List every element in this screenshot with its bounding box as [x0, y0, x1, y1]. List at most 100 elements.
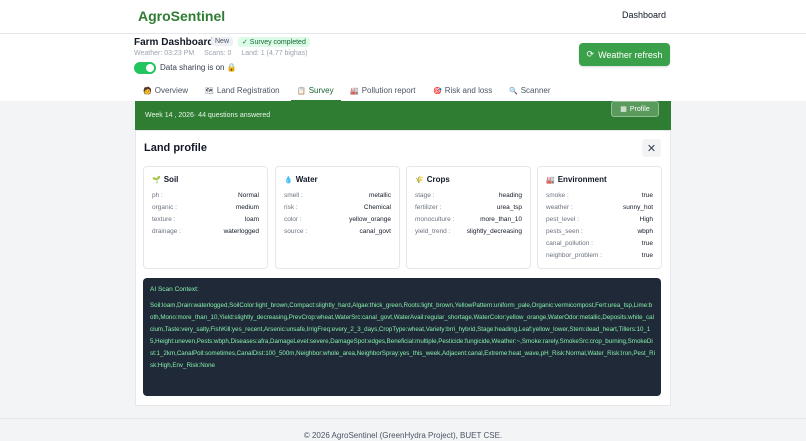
scan-count: Scans: 0: [204, 50, 232, 57]
property-key: yield_trend :: [415, 228, 451, 235]
water-card: 💧 Water smell : metallic risk : Chemical co…: [275, 166, 400, 269]
tab-label: Overview: [154, 86, 189, 95]
property-key: canal_pollution :: [546, 240, 593, 247]
new-badge: New: [211, 37, 234, 46]
tab-land-registration[interactable]: 🗺 Land Registration: [205, 86, 280, 95]
tab-overview[interactable]: 🧑 Overview: [143, 86, 188, 95]
land-icon: 🗺: [205, 88, 214, 95]
property-row: pests_seen : wbph: [546, 228, 653, 235]
property-key: stage :: [415, 192, 435, 199]
refresh-icon: ⟳: [586, 49, 595, 59]
environment-card: 🏭 Environment smoke : true weather : sunny_…: [537, 166, 662, 269]
ai-scan-text: Soil:loam,Drain:waterlogged,SoilColor:li…: [150, 302, 655, 369]
land-profile-title: Land profile: [144, 142, 207, 154]
property-key: weather :: [546, 204, 573, 211]
property-row: smoke : true: [546, 192, 653, 199]
top-navbar: [0, 0, 806, 34]
close-button[interactable]: ✕: [642, 139, 661, 157]
card-title: 🌱 Soil: [152, 175, 178, 184]
property-value: heading: [498, 192, 522, 199]
land-info: Land: 1 (4.77 bighas): [241, 50, 308, 57]
property-row: pest_level : High: [546, 216, 653, 223]
profile-button[interactable]: ▦ Profile: [611, 101, 659, 117]
property-key: smoke :: [546, 192, 569, 199]
property-row: canal_pollution : true: [546, 240, 653, 247]
factory-icon: 🏭: [546, 177, 555, 184]
card-title-text: Environment: [557, 175, 607, 184]
soil-card: 🌱 Soil ph : Normal organic : medium texture…: [143, 166, 268, 269]
footer-text: © 2026 AgroSentinel (GreenHydra Project)…: [303, 431, 503, 440]
survey-subtitle: Week 14 , 2026· 44 questions answered: [145, 112, 271, 119]
property-key: source :: [284, 228, 308, 235]
card-title-text: Soil: [163, 175, 179, 184]
property-key: texture :: [152, 216, 176, 223]
tab-label: Risk and loss: [444, 86, 493, 95]
ai-scan-label: AI Scan Context:: [150, 286, 199, 293]
card-title: 🌾 Crops: [415, 175, 450, 184]
nav-dashboard-link[interactable]: Dashboard: [622, 10, 666, 20]
tab-scanner[interactable]: 🔍 Scanner: [509, 86, 551, 95]
property-key: ph :: [152, 192, 163, 199]
property-row: fertilizer : urea_tsp: [415, 204, 522, 211]
property-value: High: [639, 216, 653, 223]
property-row: color : yellow_orange: [284, 216, 391, 223]
property-key: fertilizer :: [415, 204, 442, 211]
page-title: Farm Dashboard: [134, 37, 214, 48]
property-value: true: [641, 252, 653, 259]
card-title-text: Water: [295, 175, 318, 184]
property-row: smell : metallic: [284, 192, 391, 199]
weather-time: Weather: 03:23 PM: [134, 50, 195, 57]
property-key: color :: [284, 216, 302, 223]
person-icon: 🧑: [143, 88, 152, 95]
property-key: organic :: [152, 204, 177, 211]
property-row: risk : Chemical: [284, 204, 391, 211]
property-row: source : canal_govt: [284, 228, 391, 235]
magnifier-icon: 🔍: [509, 88, 518, 95]
tab-survey[interactable]: 📋 Survey: [297, 86, 334, 95]
target-icon: 🎯: [433, 88, 442, 95]
survey-title: Weekly field survey: [145, 96, 229, 101]
property-value: Chemical: [363, 204, 391, 211]
card-title: 💧 Water: [284, 175, 318, 184]
property-key: drainage :: [152, 228, 181, 235]
tab-label: Survey: [308, 86, 334, 95]
data-sharing-label: Data sharing is on 🔒: [160, 63, 237, 72]
tab-pollution-report[interactable]: 🏭 Pollution report: [350, 86, 416, 95]
weather-refresh-label: Weather refresh: [598, 49, 663, 60]
brand-logo[interactable]: AgroSentinel: [138, 8, 225, 24]
property-value: true: [641, 240, 653, 247]
property-row: neighbor_problem : true: [546, 252, 653, 259]
property-value: sunny_hot: [623, 204, 653, 211]
property-row: organic : medium: [152, 204, 259, 211]
tab-risk-and-loss[interactable]: 🎯 Risk and loss: [433, 86, 492, 95]
property-row: monoculture : more_than_10: [415, 216, 522, 223]
profile-button-label: Profile: [629, 105, 650, 113]
property-row: ph : Normal: [152, 192, 259, 199]
card-title-text: Crops: [426, 175, 450, 184]
property-value: slightly_decreasing: [466, 228, 522, 235]
weather-refresh-button[interactable]: ⟳ Weather refresh: [579, 43, 670, 66]
property-value: loam: [244, 216, 259, 223]
property-row: texture : loam: [152, 216, 259, 223]
farm-meta: Weather: 03:23 PM Scans: 0 Land: 1 (4.77…: [134, 50, 316, 57]
property-row: yield_trend : slightly_decreasing: [415, 228, 522, 235]
property-value: true: [641, 192, 653, 199]
property-value: Normal: [238, 192, 259, 199]
tab-label: Scanner: [520, 86, 551, 95]
property-key: risk :: [284, 204, 298, 211]
property-key: neighbor_problem :: [546, 252, 603, 259]
crops-card: 🌾 Crops stage : heading fertilizer : urea_t…: [406, 166, 531, 269]
farm-header: [0, 34, 806, 84]
property-value: waterlogged: [223, 228, 259, 235]
tab-label: Pollution report: [361, 86, 416, 95]
tab-label: Land Registration: [216, 86, 280, 95]
droplet-icon: 💧: [284, 177, 293, 184]
property-value: yellow_orange: [349, 216, 391, 223]
data-sharing-toggle[interactable]: [134, 62, 156, 74]
card-title: 🏭 Environment: [546, 175, 607, 184]
seedling-icon: 🌱: [152, 177, 161, 184]
property-key: pest_level :: [546, 216, 579, 223]
survey-status-badge: ✓ Survey completed: [238, 37, 310, 47]
property-row: stage : heading: [415, 192, 522, 199]
property-value: wbph: [637, 228, 653, 235]
